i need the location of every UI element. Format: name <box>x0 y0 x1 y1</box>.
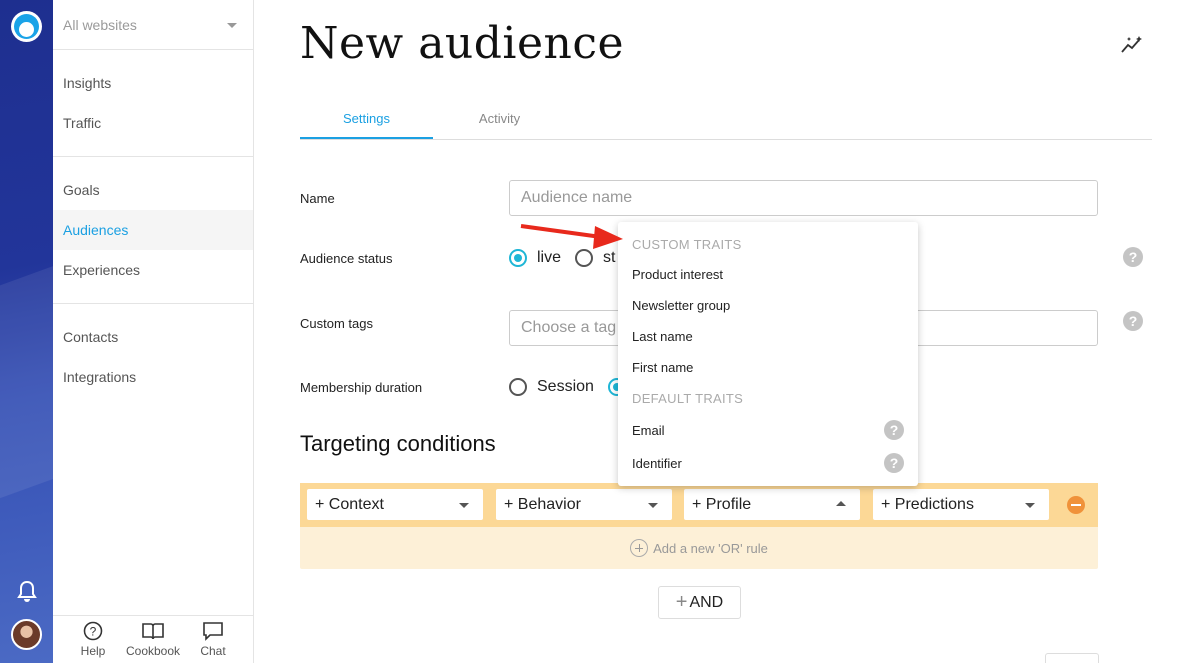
book-icon <box>142 623 164 640</box>
behavior-select-label: + Behavior <box>504 496 581 513</box>
help-link[interactable]: ? Help <box>68 621 118 658</box>
website-selector-label: All websites <box>63 16 137 33</box>
nav-group-data: Contacts Integrations <box>53 304 253 410</box>
duration-session-radio[interactable] <box>509 378 527 396</box>
trait-option[interactable]: First name <box>632 360 693 375</box>
cookbook-link[interactable]: Cookbook <box>125 621 181 658</box>
sidebar-item-insights[interactable]: Insights <box>53 63 253 103</box>
predictions-select[interactable]: + Predictions <box>873 489 1049 520</box>
email-help-icon[interactable]: ? <box>884 420 904 440</box>
bottom-action-button[interactable] <box>1045 653 1099 663</box>
tags-help-icon[interactable]: ? <box>1123 311 1143 331</box>
remove-condition-icon[interactable] <box>1067 496 1085 514</box>
page-title: New audience <box>300 18 625 69</box>
membership-duration-label: Membership duration <box>300 380 423 395</box>
tab-activity[interactable]: Activity <box>433 100 566 139</box>
duration-session-label: Session <box>537 378 594 395</box>
sidebar: All websites Insights Traffic Goals Audi… <box>53 0 254 663</box>
nav-group-analytics: Insights Traffic <box>53 50 253 157</box>
audience-name-input[interactable]: Audience name <box>509 180 1098 216</box>
sidebar-footer: ? Help Cookbook Chat <box>53 615 253 663</box>
profile-traits-dropdown: CUSTOM TRAITS Product interest Newslette… <box>618 222 918 486</box>
membership-duration-radios: Session <box>509 378 636 396</box>
sidebar-item-audiences[interactable]: Audiences <box>53 210 253 250</box>
app-logo[interactable] <box>11 11 42 42</box>
custom-tags-label: Custom tags <box>300 316 373 331</box>
user-avatar[interactable] <box>11 619 42 650</box>
chevron-down-icon <box>227 23 237 28</box>
add-or-rule-link[interactable]: Add a new 'OR' rule <box>300 539 1098 557</box>
svg-text:?: ? <box>90 625 97 639</box>
annotation-arrow-icon <box>520 224 623 249</box>
sidebar-item-integrations[interactable]: Integrations <box>53 357 253 397</box>
default-traits-header: DEFAULT TRAITS <box>632 391 744 406</box>
name-label: Name <box>300 191 335 206</box>
predictions-select-label: + Predictions <box>881 496 974 513</box>
chat-link-label: Chat <box>200 644 226 658</box>
context-select[interactable]: + Context <box>307 489 483 520</box>
website-selector[interactable]: All websites <box>53 0 253 50</box>
status-help-icon[interactable]: ? <box>1123 247 1143 267</box>
sidebar-item-experiences[interactable]: Experiences <box>53 250 253 290</box>
profile-select-label: + Profile <box>692 496 752 513</box>
chevron-up-icon <box>836 501 846 506</box>
chevron-down-icon <box>648 503 658 508</box>
sidebar-item-goals[interactable]: Goals <box>53 170 253 210</box>
sidebar-item-contacts[interactable]: Contacts <box>53 317 253 357</box>
add-or-rule-label: Add a new 'OR' rule <box>653 540 768 556</box>
trait-option[interactable]: Email <box>632 423 665 438</box>
tab-bar: Settings Activity <box>300 100 1152 140</box>
sparkle-trend-icon[interactable] <box>1120 34 1144 56</box>
trait-option[interactable]: Identifier <box>632 456 682 471</box>
chat-link[interactable]: Chat <box>188 621 238 658</box>
plus-circle-icon <box>630 539 649 557</box>
help-link-label: Help <box>80 644 106 658</box>
trait-option[interactable]: Last name <box>632 329 693 344</box>
audience-status-label: Audience status <box>300 251 393 266</box>
custom-traits-header: CUSTOM TRAITS <box>632 237 742 252</box>
cookbook-link-label: Cookbook <box>125 644 181 658</box>
trait-option[interactable]: Product interest <box>632 267 723 282</box>
nav-group-personalization: Goals Audiences Experiences <box>53 157 253 304</box>
chevron-down-icon <box>459 503 469 508</box>
tab-settings[interactable]: Settings <box>300 100 433 139</box>
identifier-help-icon[interactable]: ? <box>884 453 904 473</box>
condition-group: + Context + Behavior + Profile + Predict… <box>300 483 1098 569</box>
condition-bar: + Context + Behavior + Profile + Predict… <box>300 483 1098 527</box>
main-content: New audience Settings Activity Name Audi… <box>254 0 1200 663</box>
add-and-rule-button[interactable]: + AND <box>658 586 741 619</box>
app-rail <box>0 0 53 663</box>
context-select-label: + Context <box>315 496 384 513</box>
help-icon: ? <box>83 621 103 641</box>
behavior-select[interactable]: + Behavior <box>496 489 672 520</box>
and-button-label: AND <box>689 594 724 611</box>
profile-select[interactable]: + Profile <box>684 489 860 520</box>
plus-icon: + <box>675 591 688 613</box>
chevron-down-icon <box>1025 503 1035 508</box>
targeting-conditions-title: Targeting conditions <box>300 431 496 456</box>
chat-icon <box>203 622 223 641</box>
notification-bell-icon[interactable] <box>16 580 38 604</box>
sidebar-item-traffic[interactable]: Traffic <box>53 103 253 143</box>
trait-option[interactable]: Newsletter group <box>632 298 730 313</box>
